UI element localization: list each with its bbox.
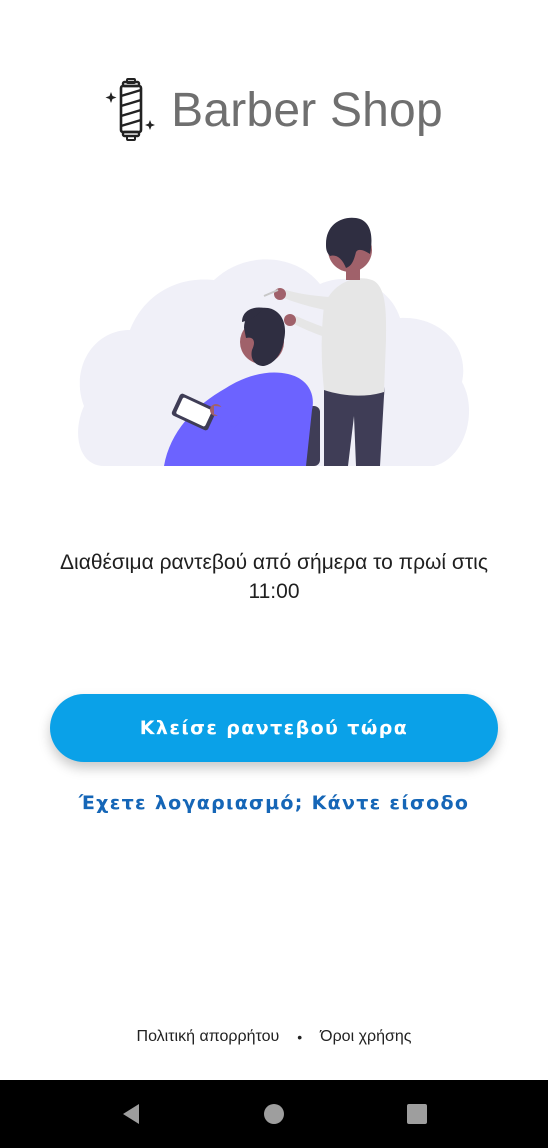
footer-separator: • xyxy=(297,1029,303,1045)
recents-square-icon xyxy=(406,1104,427,1124)
barber-illustration xyxy=(78,217,470,466)
login-link[interactable]: Έχετε λογαριασμό; Κάντε είσοδο xyxy=(0,792,548,814)
footer-links: Πολιτική απορρήτου • Όροι χρήσης xyxy=(0,1028,548,1046)
welcome-screen: Barber Shop Διαθέσιμα ραντεβού από σήμερ… xyxy=(0,0,548,1148)
terms-of-use-link[interactable]: Όροι χρήσης xyxy=(320,1028,411,1046)
system-navigation-bar xyxy=(0,1080,548,1148)
nav-recents-button[interactable] xyxy=(397,1094,437,1134)
availability-text: Διαθέσιμα ραντεβού από σήμερα το πρωί στ… xyxy=(60,551,488,603)
privacy-policy-link[interactable]: Πολιτική απορρήτου xyxy=(137,1028,280,1046)
nav-home-button[interactable] xyxy=(254,1094,294,1134)
book-appointment-button[interactable]: Κλείσε ραντεβού τώρα xyxy=(50,694,498,762)
home-circle-icon xyxy=(263,1104,284,1124)
nav-back-button[interactable] xyxy=(111,1094,151,1134)
app-logo: Barber Shop xyxy=(0,78,548,142)
app-title: Barber Shop xyxy=(171,83,443,137)
barber-pole-icon xyxy=(105,78,156,141)
back-triangle-icon xyxy=(123,1104,140,1124)
